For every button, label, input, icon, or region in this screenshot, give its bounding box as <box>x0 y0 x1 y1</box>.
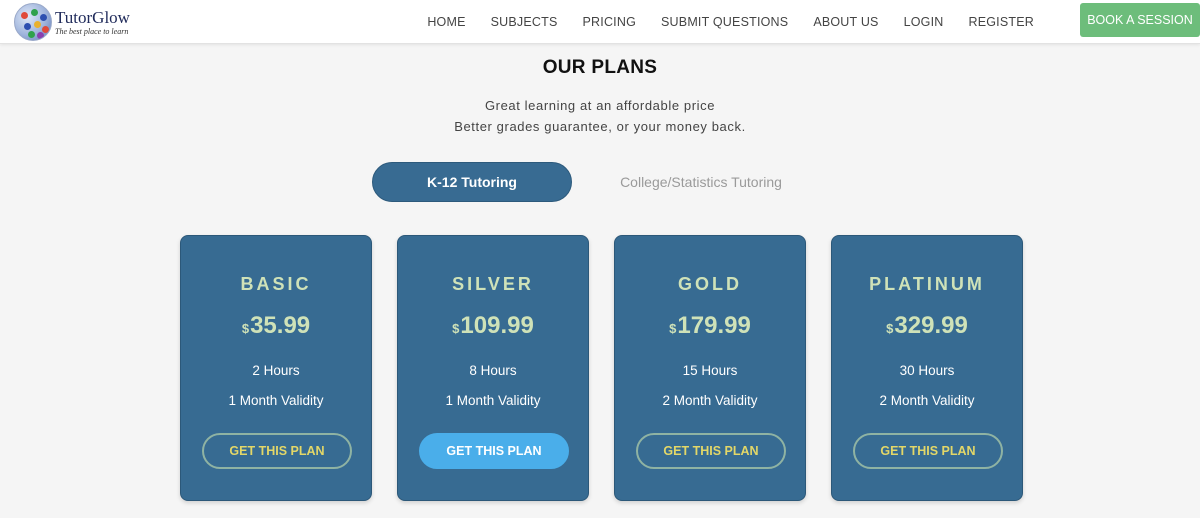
price-value: 109.99 <box>460 312 534 339</box>
logo[interactable]: TutorGlow The best place to learn <box>14 2 130 42</box>
get-plan-gold-button[interactable]: GET THIS PLAN <box>636 433 786 469</box>
plan-name: BASIC <box>240 274 312 294</box>
plan-validity: 2 Month Validity <box>662 393 758 408</box>
nav-home[interactable]: HOME <box>427 15 465 29</box>
nav-login[interactable]: LOGIN <box>904 15 944 29</box>
currency-symbol: $ <box>886 321 894 336</box>
main-nav: HOME SUBJECTS PRICING SUBMIT QUESTIONS A… <box>402 0 1034 44</box>
page-title: OUR PLANS <box>542 57 658 78</box>
tab-college-statistics-tutoring[interactable]: College/Statistics Tutoring <box>592 162 810 202</box>
plan-card-gold: GOLD $179.99 15 Hours 2 Month Validity G… <box>614 235 806 501</box>
nav-about-us[interactable]: ABOUT US <box>813 15 878 29</box>
nav-pricing[interactable]: PRICING <box>583 15 637 29</box>
price-value: 329.99 <box>894 312 968 339</box>
plan-name: GOLD <box>678 274 742 294</box>
logo-tagline: The best place to learn <box>55 26 129 36</box>
currency-symbol: $ <box>241 321 250 336</box>
price-value: 35.99 <box>250 312 311 339</box>
plan-price: $329.99 <box>832 312 1022 340</box>
get-plan-silver-button[interactable]: GET THIS PLAN <box>419 433 569 469</box>
plan-hours: 2 Hours <box>252 363 300 378</box>
tab-k12-tutoring[interactable]: K-12 Tutoring <box>372 162 572 202</box>
plan-card-silver: SILVER $109.99 8 Hours 1 Month Validity … <box>397 235 589 501</box>
book-session-button[interactable]: BOOK A SESSION <box>1080 3 1200 37</box>
nav-submit-questions[interactable]: SUBMIT QUESTIONS <box>661 15 788 29</box>
plan-price: $109.99 <box>398 312 588 340</box>
plan-hours: 15 Hours <box>682 363 738 378</box>
plan-name: SILVER <box>452 274 534 294</box>
plan-validity: 2 Month Validity <box>879 393 975 408</box>
subtitle-line-1: Great learning at an affordable price <box>484 98 716 113</box>
globe-logo-icon <box>14 3 52 41</box>
plan-name: PLATINUM <box>869 274 985 294</box>
nav-subjects[interactable]: SUBJECTS <box>491 15 558 29</box>
plan-price: $35.99 <box>181 312 371 340</box>
nav-register[interactable]: REGISTER <box>969 15 1035 29</box>
get-plan-basic-button[interactable]: GET THIS PLAN <box>202 433 352 469</box>
currency-symbol: $ <box>452 321 460 336</box>
plan-category-tabs: K-12 Tutoring College/Statistics Tutorin… <box>0 162 1200 202</box>
logo-name: TutorGlow <box>55 7 130 27</box>
plan-validity: 1 Month Validity <box>228 393 324 408</box>
price-value: 179.99 <box>677 312 751 339</box>
currency-symbol: $ <box>669 321 677 336</box>
plan-hours: 8 Hours <box>469 363 517 378</box>
site-header: TutorGlow The best place to learn HOME S… <box>0 0 1200 44</box>
plan-price: $179.99 <box>615 312 805 340</box>
plan-card-platinum: PLATINUM $329.99 30 Hours 2 Month Validi… <box>831 235 1023 501</box>
plan-card-basic: BASIC $35.99 2 Hours 1 Month Validity GE… <box>180 235 372 501</box>
get-plan-platinum-button[interactable]: GET THIS PLAN <box>853 433 1003 469</box>
subtitle-line-2: Better grades guarantee, or your money b… <box>454 119 746 134</box>
plan-validity: 1 Month Validity <box>445 393 541 408</box>
plan-hours: 30 Hours <box>899 363 955 378</box>
